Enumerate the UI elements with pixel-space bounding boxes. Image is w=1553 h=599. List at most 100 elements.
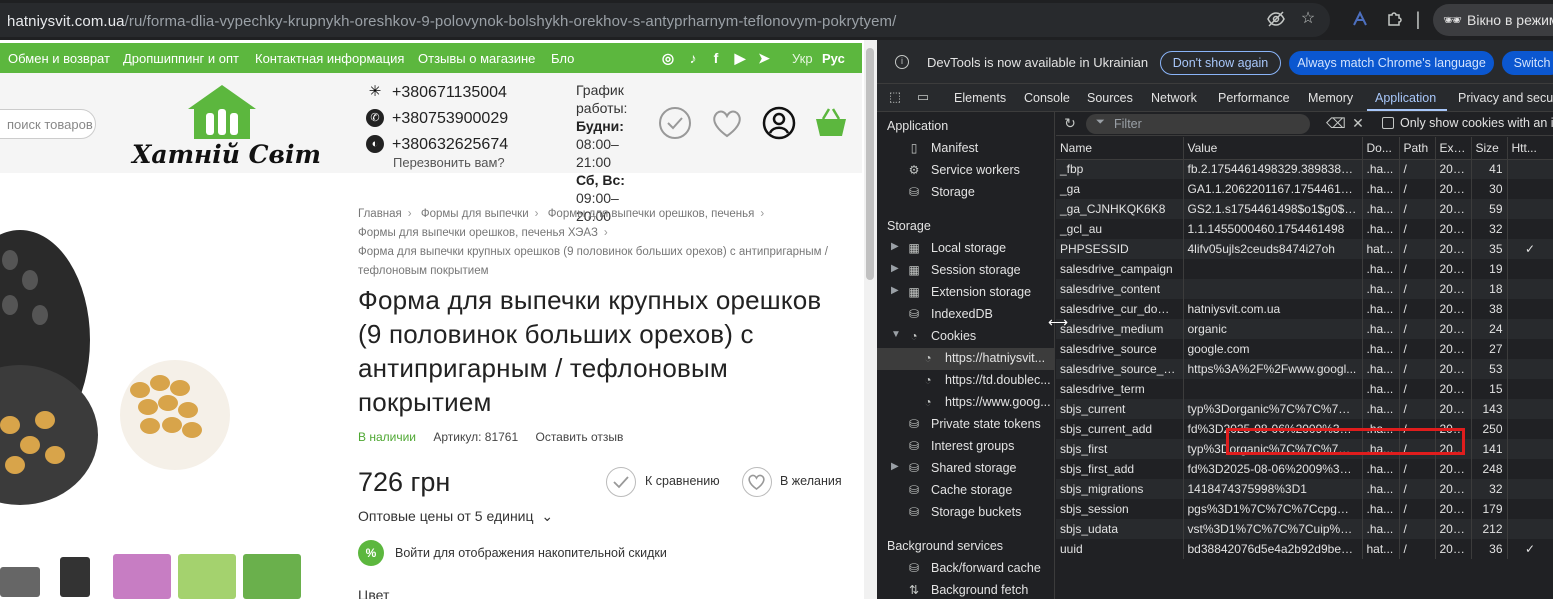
table-row[interactable]: sbjs_first_add fd%3D2025-08-06%2009%3A...… bbox=[1056, 459, 1553, 479]
chevron-down-icon[interactable]: ▼ bbox=[891, 329, 901, 340]
table-row[interactable]: uuid bd38842076d5e4a2b92d9be4... hat.../20… bbox=[1056, 539, 1553, 559]
breadcrumb-home[interactable]: Главная bbox=[358, 208, 402, 220]
table-cell: 4lifv05ujls2ceuds8474i27oh bbox=[1183, 239, 1363, 259]
breadcrumb-molds[interactable]: Формы для выпечки bbox=[421, 208, 529, 220]
chevron-right-icon[interactable]: ▶ bbox=[891, 241, 899, 252]
thumbnail[interactable] bbox=[113, 554, 171, 599]
house-logo-icon bbox=[188, 85, 256, 139]
tab-network[interactable]: Network bbox=[1151, 91, 1197, 105]
tab-sources[interactable]: Sources bbox=[1087, 91, 1133, 105]
col-httponly[interactable]: Htt... bbox=[1507, 137, 1553, 160]
nav-blog[interactable]: Бло bbox=[551, 51, 574, 66]
youtube-icon[interactable]: ▶ bbox=[731, 49, 749, 67]
lang-ru[interactable]: Рус bbox=[822, 51, 845, 66]
heart-header-icon[interactable] bbox=[709, 105, 745, 141]
match-language-button[interactable]: Always match Chrome's language bbox=[1289, 51, 1494, 75]
tab-performance[interactable]: Performance bbox=[1218, 91, 1290, 105]
table-row[interactable]: _ga GA1.1.2062201167.1754461498 .ha.../202… bbox=[1056, 179, 1553, 199]
switch-language-button[interactable]: Switch bbox=[1502, 51, 1553, 75]
col-path[interactable]: Path bbox=[1399, 137, 1436, 160]
breadcrumb-heaz[interactable]: Формы для выпечки орешков, печенья ХЭАЗ bbox=[358, 227, 598, 239]
nav-returns[interactable]: Обмен и возврат bbox=[8, 51, 110, 66]
tab-application[interactable]: Application bbox=[1375, 91, 1436, 105]
leave-review-link[interactable]: Оставить отзыв bbox=[535, 430, 623, 444]
table-row[interactable]: sbjs_migrations 1418474375998%3D1 .ha.../2… bbox=[1056, 479, 1553, 499]
tab-console[interactable]: Console bbox=[1024, 91, 1070, 105]
chevron-right-icon[interactable]: ▶ bbox=[891, 285, 899, 296]
extension-blue-icon[interactable] bbox=[1350, 9, 1370, 29]
table-cell: 248 bbox=[1471, 459, 1508, 479]
tiktok-icon[interactable]: ♪ bbox=[684, 49, 702, 67]
close-icon[interactable]: ✕ bbox=[1350, 115, 1366, 131]
table-cell: sbjs_current_add bbox=[1056, 419, 1184, 439]
instagram-icon[interactable]: ◎ bbox=[659, 49, 677, 67]
database-icon: ⛁ bbox=[908, 561, 920, 575]
col-name[interactable]: Name bbox=[1056, 137, 1184, 160]
page-scrollbar-thumb[interactable] bbox=[866, 48, 874, 280]
nav-dropshipping[interactable]: Дропшиппинг и опт bbox=[123, 51, 239, 66]
only-issues-checkbox[interactable] bbox=[1382, 117, 1394, 129]
table-row[interactable]: salesdrive_content .ha.../202... 18 bbox=[1056, 279, 1553, 299]
filter-input[interactable]: ⏷ Filter bbox=[1086, 114, 1310, 134]
product-image[interactable] bbox=[0, 200, 240, 540]
table-row[interactable]: salesdrive_campaign .ha.../202... 19 bbox=[1056, 259, 1553, 279]
col-domain[interactable]: Do... bbox=[1362, 137, 1400, 160]
table-cell bbox=[1183, 379, 1363, 399]
tab-privacy[interactable]: Privacy and secur bbox=[1458, 91, 1553, 105]
site-logo[interactable]: Хатній Світ bbox=[130, 83, 321, 173]
table-row[interactable]: _fbp fb.2.1754461498329.38983861... .ha...… bbox=[1056, 159, 1553, 179]
col-value[interactable]: Value bbox=[1183, 137, 1363, 160]
user-account-icon[interactable] bbox=[761, 105, 797, 141]
table-row[interactable]: sbjs_udata vst%3D1%7C%7C%7Cuip%3D... .ha..… bbox=[1056, 519, 1553, 539]
chevron-right-icon[interactable]: ▶ bbox=[891, 461, 899, 472]
thumbnail[interactable] bbox=[60, 557, 90, 597]
incognito-indicator[interactable]: 🕶 Вікно в режимі bbox=[1433, 4, 1553, 36]
compare-header-icon[interactable] bbox=[657, 105, 693, 141]
tab-elements[interactable]: Elements bbox=[954, 91, 1006, 105]
table-row[interactable]: salesdrive_medium organic .ha.../202... 24 bbox=[1056, 319, 1553, 339]
nut-mold-image bbox=[0, 230, 230, 505]
phone-2[interactable]: +380753900029 bbox=[392, 110, 508, 128]
device-toolbar-icon[interactable]: ▭ bbox=[915, 89, 931, 105]
table-row[interactable]: PHPSESSID 4lifv05ujls2ceuds8474i27oh hat..… bbox=[1056, 239, 1553, 259]
table-cell: 202... bbox=[1435, 399, 1472, 419]
thumbnail[interactable] bbox=[243, 554, 301, 599]
search-input[interactable]: поиск товаров bbox=[0, 109, 96, 139]
table-row[interactable]: salesdrive_cur_doma... hatniysvit.com.ua.… bbox=[1056, 299, 1553, 319]
star-icon[interactable]: ☆ bbox=[1298, 9, 1318, 29]
lang-ua[interactable]: Укр bbox=[792, 51, 813, 66]
clear-filtered-icon[interactable]: ⌫ bbox=[1326, 115, 1346, 131]
eye-off-icon[interactable] bbox=[1266, 9, 1286, 29]
nav-reviews[interactable]: Отзывы о магазине bbox=[418, 51, 535, 66]
address-bar[interactable]: hatniysvit.com.ua/ru/forma-dlia-vypechky… bbox=[0, 3, 1330, 37]
nav-contacts[interactable]: Контактная информация bbox=[255, 51, 404, 66]
cart-icon[interactable] bbox=[813, 105, 849, 141]
table-row[interactable]: salesdrive_source google.com .ha.../202...… bbox=[1056, 339, 1553, 359]
wholesale-dropdown[interactable]: Оптовые цены от 5 единиц ⌄ bbox=[358, 508, 553, 525]
thumbnail[interactable] bbox=[0, 567, 40, 597]
table-row[interactable]: sbjs_session pgs%3D1%7C%7C%7Ccpg%3... .ha.… bbox=[1056, 499, 1553, 519]
dont-show-again-button[interactable]: Don't show again bbox=[1160, 51, 1281, 75]
inspect-element-icon[interactable]: ⬚ bbox=[887, 89, 903, 105]
callback-link[interactable]: Перезвонить вам? bbox=[393, 155, 505, 170]
puzzle-icon[interactable] bbox=[1384, 9, 1404, 29]
col-size[interactable]: Size bbox=[1471, 137, 1508, 160]
table-row[interactable]: sbjs_current typ%3Dorganic%7C%7C%7Cs... .h… bbox=[1056, 399, 1553, 419]
table-row[interactable]: salesdrive_term .ha.../202... 15 bbox=[1056, 379, 1553, 399]
breadcrumb-nut-molds[interactable]: Формы для выпечки орешков, печенья bbox=[548, 208, 755, 220]
refresh-icon[interactable]: ↻ bbox=[1062, 115, 1078, 131]
table-cell: 32 bbox=[1471, 219, 1508, 239]
tab-memory[interactable]: Memory bbox=[1308, 91, 1353, 105]
thumbnail[interactable] bbox=[178, 554, 236, 599]
facebook-icon[interactable]: f bbox=[707, 49, 725, 67]
phone-3[interactable]: +380632625674 bbox=[392, 136, 508, 154]
infobar-message: DevTools is now available in Ukrainian bbox=[927, 55, 1149, 70]
phone-1[interactable]: +380671135004 bbox=[392, 84, 507, 102]
chevron-right-icon[interactable]: ▶ bbox=[891, 263, 899, 274]
telegram-icon[interactable]: ➤ bbox=[755, 49, 773, 67]
table-row[interactable]: _ga_CJNHKQK6K8 GS2.1.s1754461498$o1$g0$t1… bbox=[1056, 199, 1553, 219]
col-expires[interactable]: Exp... bbox=[1435, 137, 1472, 160]
table-cell: .ha... bbox=[1362, 499, 1400, 519]
table-row[interactable]: salesdrive_source_full https%3A%2F%2Fwww.… bbox=[1056, 359, 1553, 379]
table-row[interactable]: _gcl_au 1.1.1455000460.1754461498 .ha.../2… bbox=[1056, 219, 1553, 239]
